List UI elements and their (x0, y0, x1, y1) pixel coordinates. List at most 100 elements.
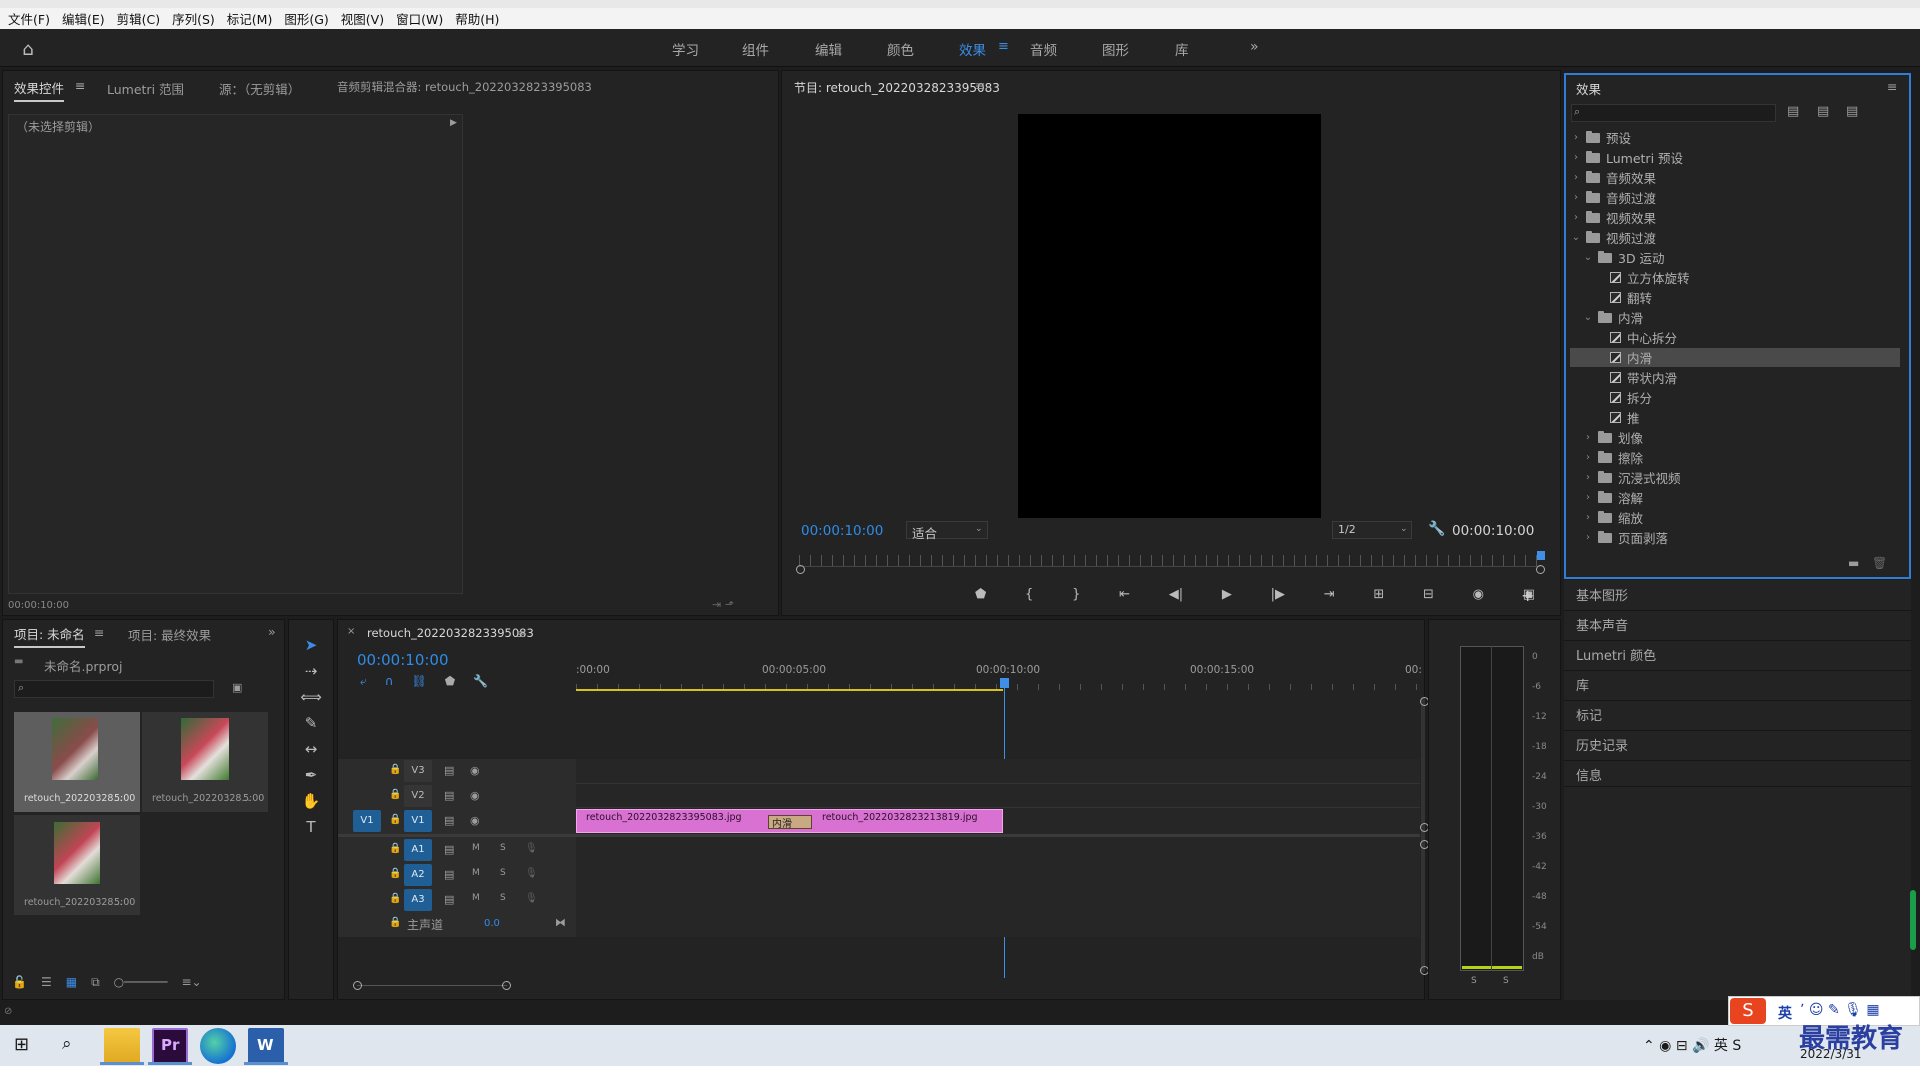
eye-icon[interactable]: ◉ (470, 764, 480, 777)
ime-tools-icon[interactable]: ʼ ☺ ✎ 🎙 ▦ (1800, 1002, 1880, 1018)
pen-icon[interactable]: ✒ (305, 766, 318, 784)
zoom-handle-left[interactable] (353, 981, 362, 990)
panel-history[interactable]: 历史记录 (1576, 735, 1628, 754)
zoom-slider[interactable]: ○────── (114, 975, 168, 995)
chevron-right-icon[interactable]: › (1582, 432, 1594, 443)
eye-icon[interactable]: ◉ (470, 789, 480, 802)
effects-tree-item[interactable]: › 缩放 (1570, 508, 1900, 527)
export-icon[interactable]: ⇥ ⬏ (712, 598, 734, 611)
effects-tree-item[interactable]: › 擦除 (1570, 448, 1900, 467)
ws-effects[interactable]: 效果 (959, 39, 986, 59)
program-menu-icon[interactable]: ≡ (975, 78, 985, 93)
lock-icon[interactable]: 🔒 (389, 917, 401, 928)
freeform-view-icon[interactable]: ⧉ (91, 975, 100, 995)
effects-tree-item[interactable]: › 沉浸式视频 (1570, 468, 1900, 487)
ws-graphics[interactable]: 图形 (1102, 39, 1129, 59)
search-icon[interactable]: ⌕ (62, 1034, 72, 1054)
lift-icon[interactable]: ⊞ (1373, 587, 1384, 607)
project-menu-icon[interactable]: ≡ (94, 625, 104, 640)
mic-icon[interactable]: 🎙 (525, 868, 538, 879)
linked-selection-icon[interactable]: ⛓ (412, 674, 427, 690)
tab-source[interactable]: 源：（无剪辑） (219, 79, 300, 98)
delete-icon[interactable]: 🗑 (1872, 556, 1887, 570)
chevron-right-icon[interactable]: › (1570, 212, 1582, 223)
chevron-down-icon[interactable]: ⌄ (1582, 252, 1594, 263)
accelerated-effects-icon[interactable]: ▤ (1787, 104, 1799, 119)
effects-tree-item[interactable]: ⌄ 视频过渡 (1570, 228, 1900, 247)
effects-tree-item[interactable]: 立方体旋转 (1570, 268, 1900, 287)
lock-icon[interactable]: 🔒 (389, 764, 401, 775)
tray-icons[interactable]: ⌃ ◉ ⊟ 🔊 英 S (1643, 1035, 1741, 1055)
effects-tree-item[interactable]: › Lumetri 预设 (1570, 148, 1900, 167)
chevron-right-icon[interactable]: › (1582, 472, 1594, 483)
timeline-settings-icon[interactable]: 🔧 (473, 674, 488, 690)
solo-button[interactable]: S (500, 868, 506, 878)
zoom-handle-left[interactable] (796, 565, 805, 574)
ws-libraries[interactable]: 库 (1175, 39, 1189, 59)
effects-tree-item[interactable]: › 溶解 (1570, 488, 1900, 507)
chevron-right-icon[interactable]: › (1570, 192, 1582, 203)
solo-right-button[interactable]: S (1503, 976, 1509, 986)
effects-tree-item[interactable]: 拆分 (1570, 388, 1900, 407)
tab-audio-clip-mixer[interactable]: 音频剪辑混合器: retouch_2022032823395083 (337, 79, 592, 95)
marker-icon[interactable]: ⬟ (975, 587, 986, 607)
sogou-logo-icon[interactable]: S (1730, 998, 1766, 1024)
sort-icon[interactable]: ≡⌄ (181, 975, 201, 995)
snap-icon[interactable]: ∩ (385, 674, 394, 690)
play-icon[interactable]: ▶ (1222, 587, 1232, 607)
camera-icon[interactable]: ◉ (1473, 587, 1484, 607)
chevron-right-icon[interactable]: › (1570, 132, 1582, 143)
sync-lock-icon[interactable]: ▤ (444, 843, 454, 856)
32bit-effects-icon[interactable]: ▤ (1817, 104, 1829, 119)
effects-tree-item[interactable]: ⌄ 3D 运动 (1570, 248, 1900, 267)
effects-tree-item[interactable]: › 视频效果 (1570, 208, 1900, 227)
tab-lumetri-scopes[interactable]: Lumetri 范围 (107, 79, 184, 98)
new-bin-icon[interactable]: ▣ (232, 681, 242, 694)
home-icon[interactable]: ⌂ (14, 39, 42, 60)
ws-assembly[interactable]: 组件 (742, 39, 769, 59)
vertical-scrollbar[interactable] (1421, 697, 1425, 972)
windows-start-icon[interactable]: ⊞ (14, 1034, 29, 1055)
chevron-right-icon[interactable]: › (1570, 152, 1582, 163)
edge-browser-icon[interactable] (200, 1028, 236, 1064)
nest-icon[interactable]: ⤶ (360, 674, 367, 690)
sync-lock-icon[interactable]: ▤ (444, 893, 454, 906)
panel-essential-sound[interactable]: 基本声音 (1576, 615, 1628, 634)
chevron-right-icon[interactable]: › (1582, 452, 1594, 463)
selection-tool-icon[interactable]: ➤ (305, 636, 318, 654)
effects-tree-item[interactable]: › 预设 (1570, 128, 1900, 147)
ws-audio[interactable]: 音频 (1030, 39, 1057, 59)
mic-icon[interactable]: 🎙 (525, 843, 538, 854)
add-button-icon[interactable]: + (1521, 586, 1534, 605)
mark-in-icon[interactable]: { (1025, 587, 1033, 607)
mark-out-icon[interactable]: } (1072, 587, 1080, 607)
go-to-end-icon[interactable]: ⧓ (555, 916, 566, 929)
hand-icon[interactable]: ✋ (302, 792, 321, 810)
effects-tree-item[interactable]: 中心拆分 (1570, 328, 1900, 347)
panel-essential-graphics[interactable]: 基本图形 (1576, 585, 1628, 604)
track-a2[interactable]: A2 (404, 864, 432, 886)
mute-button[interactable]: M (472, 893, 480, 903)
work-area-bar[interactable] (576, 689, 1003, 691)
chevron-down-icon[interactable]: ⌄ (1570, 232, 1582, 243)
ws-overflow-icon[interactable]: » (1250, 39, 1259, 59)
menu-clip[interactable]: 剪辑(C) (117, 9, 160, 28)
ws-learn[interactable]: 学习 (672, 39, 699, 59)
track-v1[interactable]: V1 (404, 810, 432, 832)
playhead-handle[interactable] (1000, 678, 1009, 688)
ripple-edit-icon[interactable]: ⟺ (300, 688, 322, 706)
expand-arrow-icon[interactable]: ▶ (450, 118, 457, 128)
effects-tree-item[interactable]: 内滑 (1570, 348, 1900, 367)
master-volume[interactable]: 0.0 (484, 918, 500, 929)
effects-tree-item[interactable]: › 音频效果 (1570, 168, 1900, 187)
program-playhead-timecode[interactable]: 00:00:10:00 (801, 523, 883, 539)
sync-lock-icon[interactable]: ▤ (444, 789, 454, 802)
tab-effect-controls[interactable]: 效果控件 (14, 78, 65, 102)
solo-button[interactable]: S (500, 893, 506, 903)
track-v2[interactable]: V2 (404, 785, 432, 807)
wrench-icon[interactable]: 🔧 (1428, 521, 1445, 537)
file-explorer-icon[interactable] (104, 1028, 140, 1064)
sync-lock-icon[interactable]: ▤ (444, 868, 454, 881)
panel-markers[interactable]: 标记 (1576, 705, 1602, 724)
lock-icon[interactable]: 🔒 (389, 814, 401, 825)
